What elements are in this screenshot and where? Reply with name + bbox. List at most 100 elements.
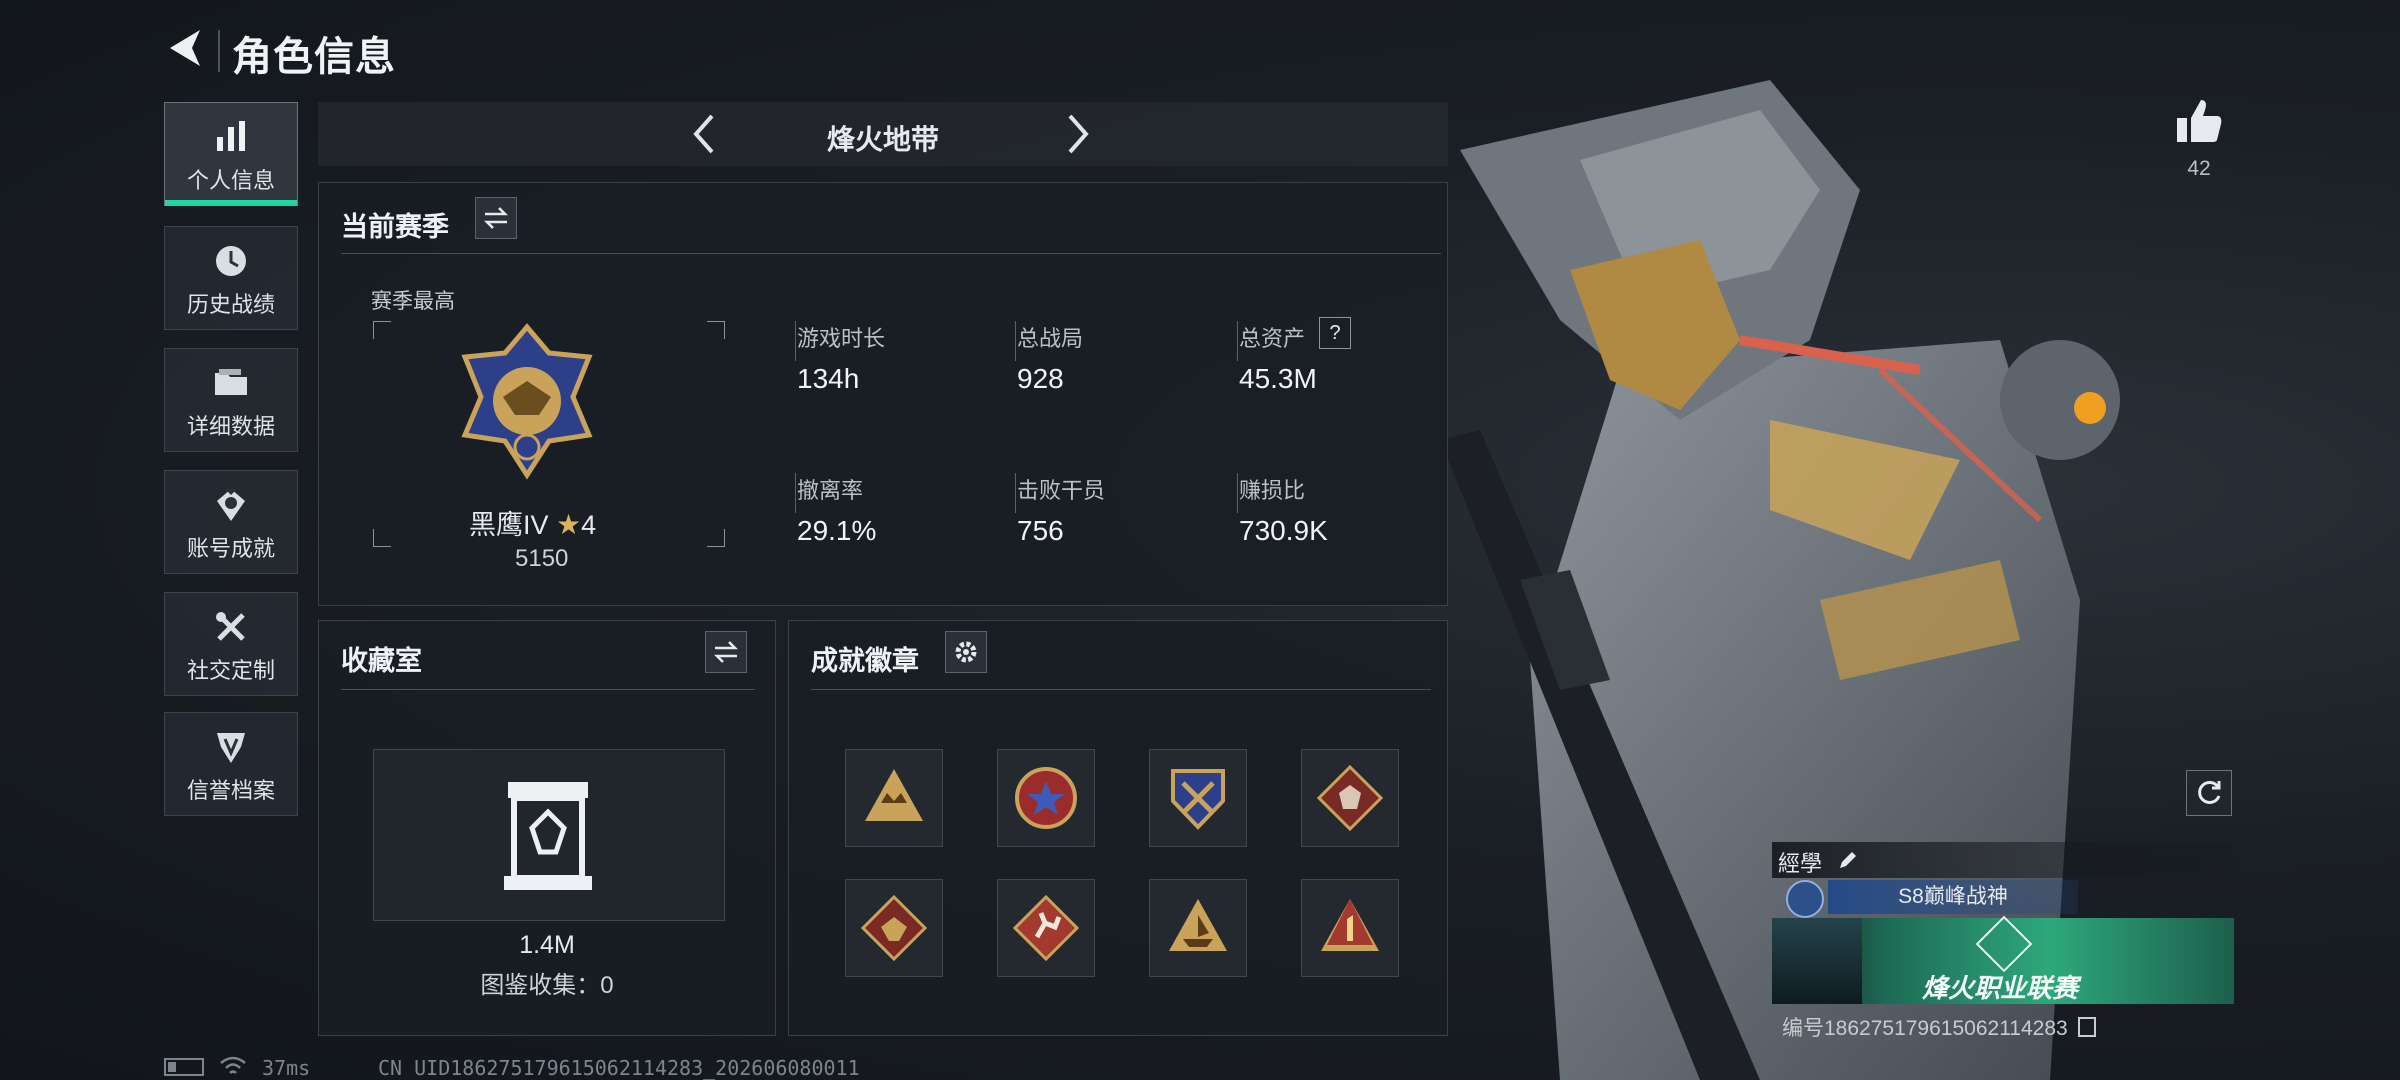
sidebar-item-label: 账号成就 xyxy=(186,536,275,561)
stat-total-assets-label: 总资产 xyxy=(1239,326,1306,351)
stat-divider xyxy=(1237,473,1238,513)
collection-value: 1.4M xyxy=(519,931,575,959)
stat-total-matches-value: 928 xyxy=(1017,363,1064,394)
sidebar-item-label: 历史战绩 xyxy=(186,292,275,317)
header-divider xyxy=(218,30,220,72)
collection-title: 收藏室 xyxy=(341,646,422,676)
sidebar-item-label: 社交定制 xyxy=(186,658,275,683)
like-button[interactable]: 42 xyxy=(2166,96,2232,181)
crossed-swords-badge-icon xyxy=(1171,769,1225,830)
rank-line: 黑鹰IV ★4 xyxy=(469,503,596,542)
chevron-right-icon[interactable] xyxy=(1048,106,1104,162)
page-title: 角色信息 xyxy=(232,35,396,79)
season-switch-button[interactable] xyxy=(475,197,517,239)
sidebar-item-personal-info[interactable]: 个人信息 xyxy=(164,102,298,206)
medal-icon xyxy=(217,489,245,521)
sidebar-item-social-custom[interactable]: 社交定制 xyxy=(164,592,298,696)
mode-switcher: 烽火地带 xyxy=(318,102,1448,166)
stat-playtime-label: 游戏时长 xyxy=(797,326,886,351)
title-emblem-icon xyxy=(1786,880,1824,918)
achievement-badge-crown[interactable] xyxy=(845,749,943,847)
sidebar-item-credit-file[interactable]: 信誉档案 xyxy=(164,712,298,816)
bar-chart-icon xyxy=(217,121,245,151)
thumbs-up-icon xyxy=(2177,100,2222,142)
help-button[interactable]: ? xyxy=(1319,317,1351,349)
wifi-icon xyxy=(220,1056,246,1074)
achievements-settings-button[interactable] xyxy=(945,631,987,673)
rank-one-badge-icon xyxy=(1321,899,1379,951)
shield-badge-icon xyxy=(217,733,245,763)
uid-text: CN UID1862751796150621142​83_20260608001… xyxy=(378,1056,860,1080)
collection-preview xyxy=(373,749,725,921)
collection-panel[interactable]: 收藏室 1.4M 图鉴收集：0 xyxy=(318,620,776,1036)
sidebar-item-achievements[interactable]: 账号成就 xyxy=(164,470,298,574)
rank-stars: 4 xyxy=(581,510,597,540)
like-count: 42 xyxy=(2187,157,2211,180)
achievements-title: 成就徽章 xyxy=(811,646,919,676)
swap-icon xyxy=(713,641,739,663)
ship-badge-icon xyxy=(1169,899,1227,951)
stat-profit-ratio-label: 赚损比 xyxy=(1239,478,1306,503)
achievement-badge-rank-one[interactable] xyxy=(1301,879,1399,977)
player-id-line: 编号1862751796150621142​83 xyxy=(1782,1012,2096,1042)
mode-label: 烽火地带 xyxy=(826,124,939,155)
sidebar-item-label: 详细数据 xyxy=(186,414,275,439)
back-arrow-icon xyxy=(170,30,200,66)
stat-extraction-rate-value: 29.1% xyxy=(797,515,877,546)
season-title: 当前赛季 xyxy=(341,212,449,242)
sidebar-item-history[interactable]: 历史战绩 xyxy=(164,226,298,330)
edit-icon[interactable] xyxy=(1836,848,1860,872)
tools-icon xyxy=(216,612,245,641)
stat-kills-label: 击败干员 xyxy=(1017,478,1106,503)
star-icon: ★ xyxy=(556,509,582,540)
stat-extraction-rate-label: 撤离率 xyxy=(797,478,864,503)
rotate-view-button[interactable] xyxy=(2186,770,2232,816)
rank-emblem-icon xyxy=(461,323,593,480)
crown-badge-icon xyxy=(865,769,923,821)
battery-icon xyxy=(164,1058,204,1076)
collection-switch-button[interactable] xyxy=(705,631,747,673)
catalog-count: 图鉴收集：0 xyxy=(480,972,614,999)
player-title-badge: S8巅峰战神 xyxy=(1828,880,2078,914)
divider xyxy=(341,689,755,690)
stat-kills-value: 756 xyxy=(1017,515,1064,546)
player-card: 經學 S8巅峰战神 烽火职业联赛 xyxy=(1772,842,2234,1004)
divider xyxy=(341,253,1441,254)
season-best-label: 赛季最高 xyxy=(371,290,455,313)
achievement-badge-crossed-swords[interactable] xyxy=(1149,749,1247,847)
stat-divider xyxy=(1237,321,1238,361)
stat-divider xyxy=(1015,473,1016,513)
banner-text: 烽火职业联赛 xyxy=(1922,973,2079,1003)
rank-name: 黑鹰IV xyxy=(469,510,549,540)
achievements-panel[interactable]: 成就徽章 xyxy=(788,620,1448,1036)
rotate-icon xyxy=(2198,780,2221,804)
folder-icon xyxy=(215,369,247,395)
stat-profit-ratio-value: 730.9K xyxy=(1239,515,1328,546)
rank-score: 5150 xyxy=(515,545,569,572)
player-id: 编号1862751796150621142​83 xyxy=(1782,1017,2068,1040)
swap-icon xyxy=(483,207,509,229)
ping-text: 37ms xyxy=(262,1056,311,1080)
player-banner: 烽火职业联赛 xyxy=(1772,915,2234,1004)
gear-icon xyxy=(955,641,977,663)
achievement-badge-ship[interactable] xyxy=(1149,879,1247,977)
achievement-badge-dragon-red[interactable] xyxy=(845,879,943,977)
back-button[interactable] xyxy=(160,22,212,74)
achievement-badge-dragon[interactable] xyxy=(1301,749,1399,847)
achievement-badge-star-wreath[interactable] xyxy=(997,749,1095,847)
copy-icon[interactable] xyxy=(2077,1017,2096,1037)
banner-portrait xyxy=(1772,918,1862,1004)
stat-divider xyxy=(1015,321,1016,361)
stat-total-matches-label: 总战局 xyxy=(1017,326,1084,351)
achievement-badge-runner[interactable] xyxy=(997,879,1095,977)
stat-total-assets-value: 45.3M xyxy=(1239,363,1317,394)
star-wreath-badge-icon xyxy=(1015,767,1077,829)
season-panel: 当前赛季 赛季最高 黑鹰IV ★4 5150 游戏时长 134h 总战局 928… xyxy=(318,182,1448,606)
runner-badge-icon xyxy=(1012,894,1080,962)
dragon-badge-icon xyxy=(1316,764,1384,832)
divider xyxy=(811,689,1431,690)
stat-divider xyxy=(795,321,796,361)
player-name: 經學 xyxy=(1778,851,1823,876)
sidebar-item-detail-data[interactable]: 详细数据 xyxy=(164,348,298,452)
league-logo-icon xyxy=(1975,915,2033,973)
